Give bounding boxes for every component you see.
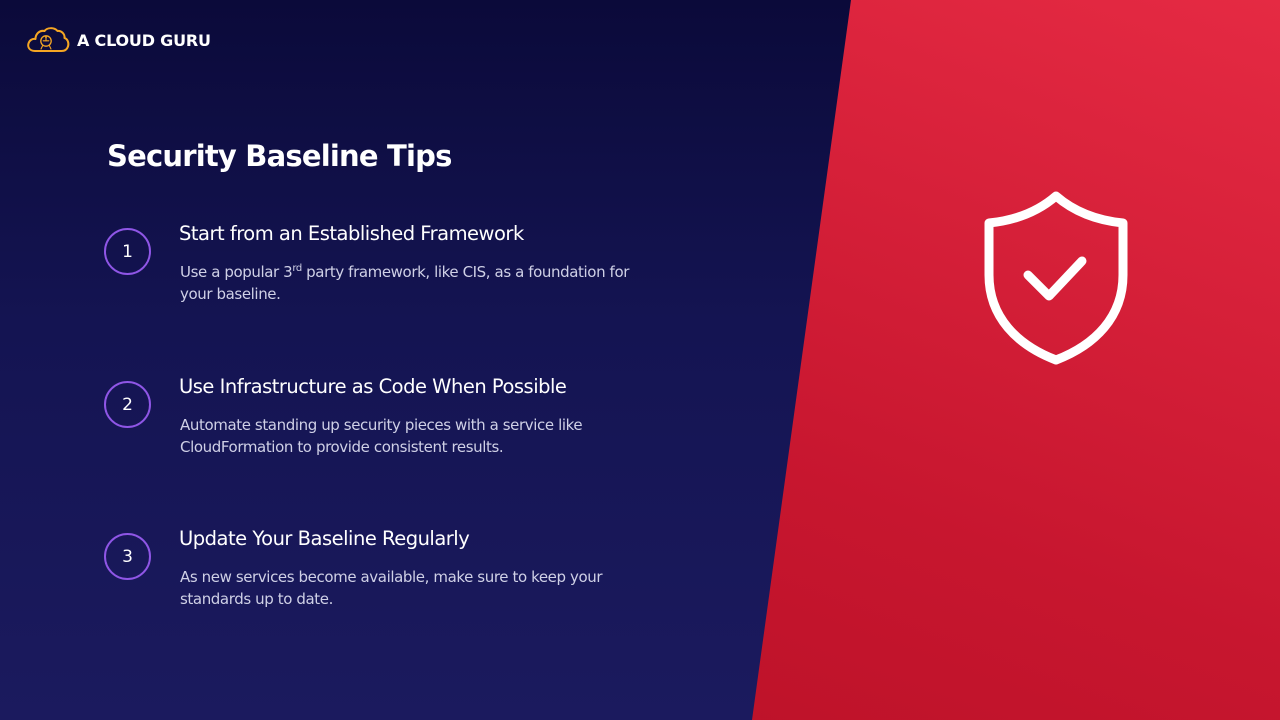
tip-description: Use a popular 3rd party framework, like … (180, 261, 650, 305)
cloud-logo-icon (27, 27, 70, 52)
tip-description: As new services become available, make s… (180, 568, 603, 608)
brand-name: A CLOUD GURU (77, 30, 211, 50)
tip-heading: Use Infrastructure as Code When Possible (179, 375, 567, 398)
slide-title: Security Baseline Tips (107, 139, 452, 173)
tip-description-superscript: rd (292, 263, 302, 274)
tip-number-badge: 1 (104, 228, 151, 275)
tip-number-badge: 3 (104, 533, 151, 580)
brand: A CLOUD GURU (26, 26, 211, 54)
shield-check-icon (984, 191, 1128, 365)
tip-description-part: Use a popular 3 (180, 263, 293, 281)
tip-heading: Update Your Baseline Regularly (179, 527, 470, 550)
tip-number-badge: 2 (104, 381, 151, 428)
tip-heading: Start from an Established Framework (179, 222, 524, 245)
tip-description: Automate standing up security pieces wit… (180, 416, 583, 456)
